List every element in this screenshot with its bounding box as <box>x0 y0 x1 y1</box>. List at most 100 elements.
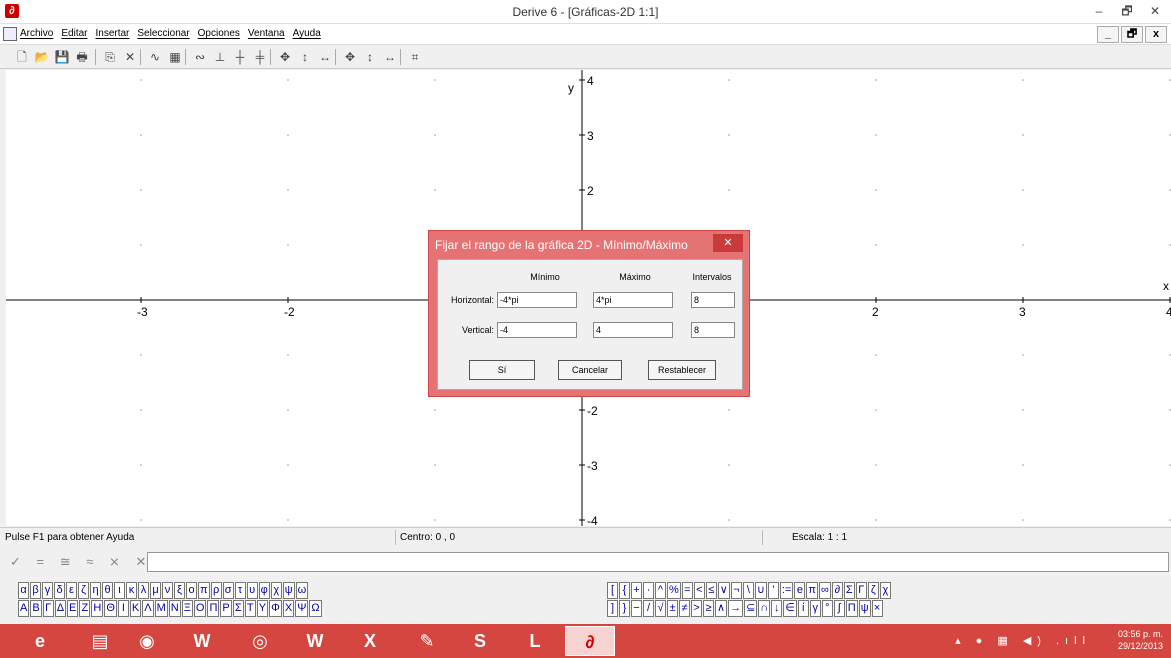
horizontal-icon[interactable]: ↔ <box>315 48 335 66</box>
math-key[interactable]: ∫ <box>833 600 845 617</box>
greek-key[interactable]: Π <box>207 600 220 617</box>
pan-icon[interactable]: ✥ <box>275 48 295 66</box>
math-key[interactable]: × <box>871 600 883 617</box>
greek-key[interactable]: φ <box>258 582 270 599</box>
math-key[interactable]: ∞ <box>818 582 831 599</box>
vertical-min-input[interactable] <box>497 322 577 338</box>
math-key[interactable]: ≤ <box>705 582 717 599</box>
print-icon[interactable]: 🖶 <box>72 48 92 66</box>
paint-icon[interactable]: ✎ <box>402 626 452 656</box>
greek-key[interactable]: Κ <box>129 600 142 617</box>
window-icon[interactable]: ▦ <box>165 48 185 66</box>
math-key[interactable]: ψ <box>858 600 871 617</box>
math-key[interactable]: ζ <box>867 582 879 599</box>
entry-icons[interactable]: ✓ = ≅ ≈ ⨯ ✕ <box>10 554 152 570</box>
greek-key[interactable]: Α <box>18 600 30 617</box>
greek-key[interactable]: ο <box>186 582 197 599</box>
math-key[interactable]: ] <box>607 600 618 617</box>
skype-icon[interactable]: S <box>455 626 505 656</box>
greek-key[interactable]: Σ <box>232 600 244 617</box>
math-key[interactable]: ¬ <box>730 582 742 599</box>
greek-key[interactable]: π <box>198 582 210 599</box>
math-key[interactable]: π <box>806 582 818 599</box>
math-key[interactable]: ° <box>821 600 833 617</box>
greek-key[interactable]: Θ <box>104 600 117 617</box>
math-key[interactable]: · <box>643 582 654 599</box>
math-key[interactable]: \ <box>742 582 754 599</box>
math-key[interactable]: ∪ <box>754 582 767 599</box>
greek-key[interactable]: α <box>18 582 29 599</box>
axes-icon[interactable]: ⊥ <box>210 48 230 66</box>
greek-key[interactable]: ψ <box>282 582 295 599</box>
mdi-close-button[interactable]: x <box>1145 26 1167 43</box>
greek-key[interactable]: σ <box>222 582 234 599</box>
vertical-icon[interactable]: ↕ <box>295 48 315 66</box>
math-key[interactable]: ∨ <box>717 582 730 599</box>
math-key[interactable]: = <box>681 582 693 599</box>
greek-key[interactable]: η <box>90 582 101 599</box>
menu-ayuda[interactable]: Ayuda <box>293 28 321 39</box>
ie-icon[interactable]: e <box>15 626 65 656</box>
greek-key[interactable]: ν <box>162 582 173 599</box>
math-key[interactable]: < <box>693 582 705 599</box>
greek-key[interactable]: κ <box>126 582 137 599</box>
greek-key[interactable]: ω <box>295 582 309 599</box>
menu-editar[interactable]: Editar <box>61 28 87 39</box>
excel-icon[interactable]: X <box>345 626 395 656</box>
math-key[interactable]: % <box>667 582 681 599</box>
math-key[interactable]: [ <box>607 582 618 599</box>
explorer-icon[interactable]: ▤ <box>75 626 125 656</box>
greek-key[interactable]: ρ <box>210 582 222 599</box>
greek-key[interactable]: Ζ <box>79 600 91 617</box>
menu-insertar[interactable]: Insertar <box>95 28 129 39</box>
math-key[interactable]: ≥ <box>703 600 714 617</box>
vertical-intervals-input[interactable] <box>691 322 735 338</box>
greek-key[interactable]: Ε <box>67 600 79 617</box>
greek-key[interactable]: Ψ <box>295 600 309 617</box>
new-icon[interactable]: 🗋 <box>12 48 32 66</box>
mdi-restore-button[interactable]: 🗗 <box>1121 26 1143 43</box>
menu-archivo[interactable]: Archivo <box>20 28 53 39</box>
math-key[interactable]: ^ <box>655 582 666 599</box>
math-key[interactable]: / <box>643 600 654 617</box>
math-key[interactable]: Π <box>845 600 858 617</box>
math-key[interactable]: γ <box>809 600 821 617</box>
greek-key[interactable]: Ω <box>309 600 322 617</box>
horizontal-min-input[interactable] <box>497 292 577 308</box>
save-icon[interactable]: 💾 <box>52 48 72 66</box>
greek-key[interactable]: Χ <box>282 600 295 617</box>
ok-button[interactable]: Sí <box>469 360 535 380</box>
greek-key[interactable]: Γ <box>42 600 54 617</box>
math-key[interactable]: Γ <box>855 582 867 599</box>
greek-key[interactable]: ξ <box>174 582 185 599</box>
media-icon[interactable]: ◉ <box>122 626 172 656</box>
minimize-button[interactable]: – <box>1085 2 1113 20</box>
cross-icon[interactable]: ┼ <box>230 48 250 66</box>
trace-icon[interactable]: ∾ <box>190 48 210 66</box>
grid-icon[interactable]: ╪ <box>250 48 270 66</box>
math-key[interactable]: } <box>619 600 630 617</box>
open-icon[interactable]: 📂 <box>32 48 52 66</box>
plot-icon[interactable]: ∿ <box>145 48 165 66</box>
greek-key[interactable]: γ <box>42 582 53 599</box>
greek-key[interactable]: β <box>30 582 41 599</box>
greek-key[interactable]: ε <box>66 582 77 599</box>
math-key[interactable]: { <box>619 582 630 599</box>
zoom-horizontal-icon[interactable]: ↔ <box>380 48 400 66</box>
greek-key[interactable]: ι <box>114 582 125 599</box>
math-key[interactable]: ∂ <box>831 582 843 599</box>
math-key[interactable]: ± <box>667 600 678 617</box>
math-key[interactable]: ↓ <box>771 600 783 617</box>
greek-key[interactable]: Ι <box>117 600 129 617</box>
greek-key[interactable]: Β <box>30 600 42 617</box>
math-key[interactable]: √ <box>655 600 666 617</box>
lync-icon[interactable]: L <box>510 626 560 656</box>
math-key[interactable]: − <box>631 600 642 617</box>
math-key[interactable]: := <box>779 582 794 599</box>
reset-button[interactable]: Restablecer <box>648 360 716 380</box>
greek-key[interactable]: χ <box>270 582 282 599</box>
greek-key[interactable]: Ν <box>168 600 181 617</box>
math-key[interactable]: ∩ <box>758 600 771 617</box>
greek-key[interactable]: Φ <box>269 600 282 617</box>
menu-ventana[interactable]: Ventana <box>248 28 285 39</box>
